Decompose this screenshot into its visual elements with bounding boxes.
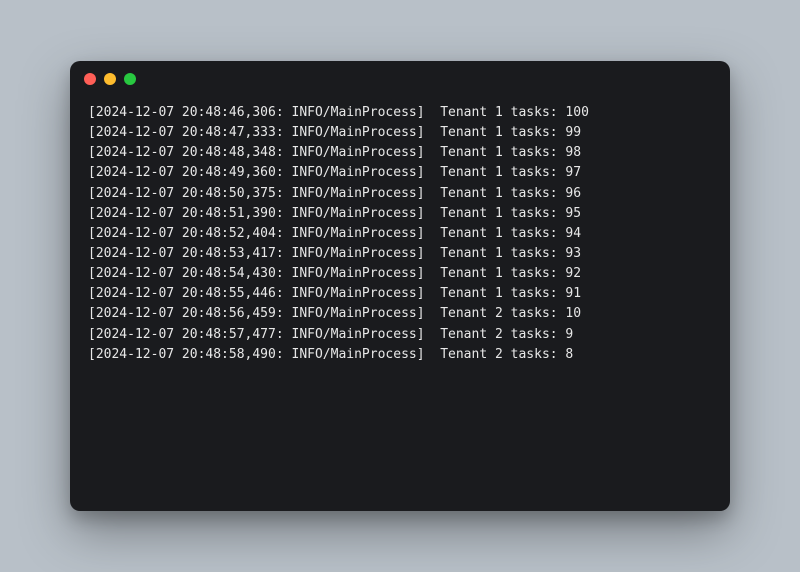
log-line: [2024-12-07 20:48:52,404: INFO/MainProce… [88,224,712,244]
log-line: [2024-12-07 20:48:56,459: INFO/MainProce… [88,304,712,324]
log-line: [2024-12-07 20:48:53,417: INFO/MainProce… [88,244,712,264]
log-line: [2024-12-07 20:48:55,446: INFO/MainProce… [88,284,712,304]
titlebar [70,61,730,97]
log-line: [2024-12-07 20:48:54,430: INFO/MainProce… [88,264,712,284]
log-line: [2024-12-07 20:48:46,306: INFO/MainProce… [88,103,712,123]
terminal-window: [2024-12-07 20:48:46,306: INFO/MainProce… [70,61,730,511]
log-line: [2024-12-07 20:48:50,375: INFO/MainProce… [88,184,712,204]
log-line: [2024-12-07 20:48:49,360: INFO/MainProce… [88,163,712,183]
terminal-output: [2024-12-07 20:48:46,306: INFO/MainProce… [70,97,730,511]
minimize-icon[interactable] [104,73,116,85]
log-line: [2024-12-07 20:48:57,477: INFO/MainProce… [88,325,712,345]
maximize-icon[interactable] [124,73,136,85]
log-line: [2024-12-07 20:48:47,333: INFO/MainProce… [88,123,712,143]
close-icon[interactable] [84,73,96,85]
log-line: [2024-12-07 20:48:48,348: INFO/MainProce… [88,143,712,163]
log-line: [2024-12-07 20:48:58,490: INFO/MainProce… [88,345,712,365]
log-line: [2024-12-07 20:48:51,390: INFO/MainProce… [88,204,712,224]
